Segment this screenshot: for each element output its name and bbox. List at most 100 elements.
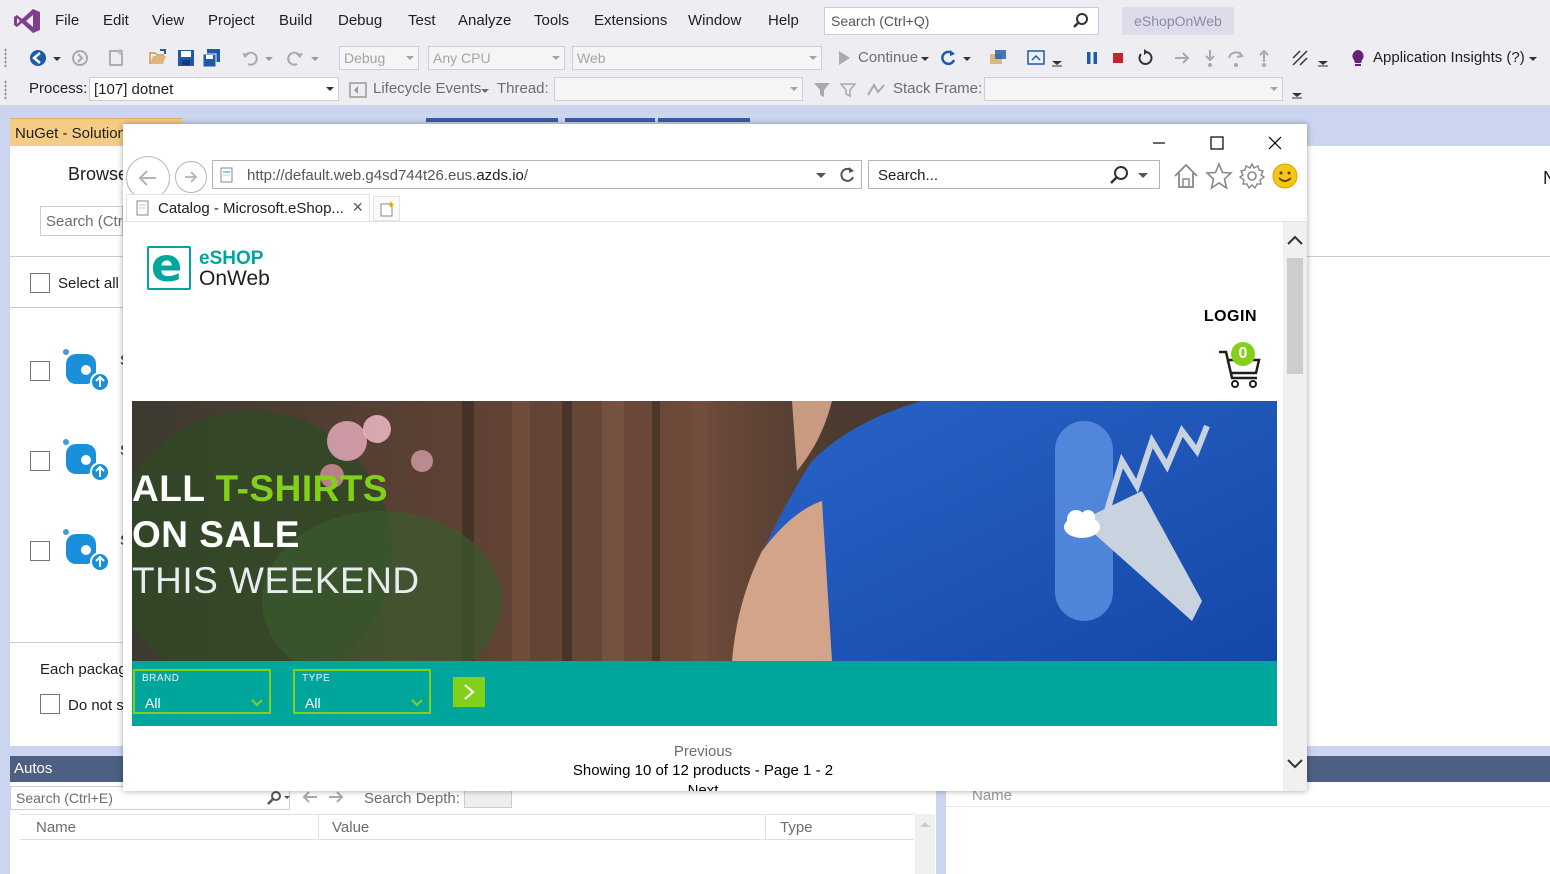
toolbar-grip[interactable] bbox=[4, 48, 7, 68]
startup-project-combo[interactable]: Web bbox=[572, 46, 822, 70]
hot-reload-icon[interactable] bbox=[1290, 48, 1310, 68]
search-icon[interactable] bbox=[264, 790, 292, 806]
toolbar-grip[interactable] bbox=[4, 80, 7, 100]
restart-icon[interactable] bbox=[1135, 48, 1155, 68]
autos-scrollbar[interactable] bbox=[915, 814, 935, 874]
close-tab-icon[interactable]: × bbox=[352, 197, 363, 218]
application-insights-dropdown-icon[interactable] bbox=[1528, 48, 1538, 68]
search-icon[interactable] bbox=[1109, 165, 1131, 185]
chevron-down-icon[interactable] bbox=[1286, 758, 1304, 770]
select-browser-icon[interactable] bbox=[1026, 48, 1046, 68]
stop-debugging-icon[interactable] bbox=[1108, 48, 1128, 68]
feedback-smiley-icon[interactable] bbox=[1271, 162, 1299, 190]
undo-icon[interactable] bbox=[240, 48, 260, 68]
do-not-show-checkbox[interactable] bbox=[40, 694, 60, 714]
stack-frame-combo[interactable] bbox=[984, 77, 1283, 101]
menu-edit[interactable]: Edit bbox=[103, 12, 129, 29]
column-separator[interactable] bbox=[318, 815, 319, 839]
close-icon[interactable] bbox=[1263, 132, 1287, 154]
menu-extensions[interactable]: Extensions bbox=[594, 12, 667, 29]
refresh-dropdown-icon[interactable] bbox=[962, 48, 972, 68]
nuget-search-input[interactable]: Search (Ctrl bbox=[40, 206, 123, 236]
forward-button[interactable] bbox=[175, 161, 207, 193]
solution-platform-combo[interactable]: Any CPU bbox=[428, 46, 565, 70]
address-url[interactable]: http://default.web.g4sd744t26.eus.azds.i… bbox=[247, 167, 528, 184]
new-tab-button[interactable] bbox=[373, 196, 400, 221]
browser-link-icon[interactable] bbox=[988, 48, 1008, 68]
navigate-back-dropdown-icon[interactable] bbox=[52, 48, 62, 68]
pager-previous-link[interactable]: Previous bbox=[123, 743, 1283, 760]
continue-play-icon[interactable] bbox=[834, 48, 854, 68]
home-icon[interactable] bbox=[1172, 162, 1200, 190]
pager-next-link[interactable]: Next bbox=[123, 782, 1283, 791]
apply-filter-button[interactable] bbox=[453, 677, 485, 707]
menu-help[interactable]: Help bbox=[768, 12, 799, 29]
step-over-icon[interactable] bbox=[1226, 48, 1246, 68]
document-tab-underline[interactable] bbox=[426, 118, 558, 122]
solution-config-combo[interactable]: Debug bbox=[339, 46, 419, 70]
thread-combo[interactable] bbox=[554, 77, 803, 101]
application-insights-button[interactable]: Application Insights (?) bbox=[1373, 49, 1525, 66]
panel-splitter[interactable] bbox=[936, 782, 946, 874]
brand-filter-select[interactable]: BRAND All bbox=[133, 669, 271, 714]
package-checkbox[interactable] bbox=[30, 541, 50, 561]
page-scrollbar[interactable] bbox=[1283, 222, 1307, 791]
process-combo[interactable]: [107] dotnet bbox=[89, 77, 339, 101]
expand-callstack-icon[interactable] bbox=[866, 80, 886, 100]
package-checkbox[interactable] bbox=[30, 361, 50, 381]
filter-threads-icon[interactable] bbox=[812, 80, 832, 100]
document-tab-underline[interactable] bbox=[565, 118, 655, 122]
package-checkbox[interactable] bbox=[30, 451, 50, 471]
menu-test[interactable]: Test bbox=[408, 12, 436, 29]
autos-col-value[interactable]: Value bbox=[332, 819, 369, 836]
lifecycle-events-icon[interactable] bbox=[348, 80, 368, 100]
type-filter-select[interactable]: TYPE All bbox=[293, 669, 431, 714]
menu-debug[interactable]: Debug bbox=[338, 12, 382, 29]
menu-window[interactable]: Window bbox=[688, 12, 741, 29]
login-link[interactable]: LOGIN bbox=[1204, 308, 1257, 326]
nuget-browse-tab[interactable]: Browse bbox=[68, 164, 128, 185]
break-all-pause-icon[interactable] bbox=[1082, 48, 1102, 68]
scrollbar-thumb[interactable] bbox=[1287, 258, 1303, 374]
browser-search-box[interactable]: Search... bbox=[868, 160, 1160, 189]
show-next-statement-icon[interactable] bbox=[1172, 48, 1192, 68]
redo-dropdown-icon[interactable] bbox=[310, 48, 320, 68]
address-dropdown-icon[interactable] bbox=[814, 170, 828, 180]
redo-icon[interactable] bbox=[285, 48, 305, 68]
menu-file[interactable]: File bbox=[55, 12, 79, 29]
continue-button[interactable]: Continue bbox=[858, 49, 918, 66]
save-icon[interactable] bbox=[176, 48, 196, 68]
autos-col-name[interactable]: Name bbox=[36, 819, 76, 836]
new-project-icon[interactable] bbox=[107, 48, 127, 68]
address-bar[interactable]: http://default.web.g4sd744t26.eus.azds.i… bbox=[212, 160, 862, 189]
chevron-up-icon[interactable] bbox=[919, 820, 931, 828]
lifecycle-events-button[interactable]: Lifecycle Events bbox=[373, 80, 481, 97]
select-browser-dropdown-icon[interactable] bbox=[1050, 48, 1064, 68]
document-tab-underline[interactable] bbox=[658, 118, 750, 122]
menu-analyze[interactable]: Analyze bbox=[458, 12, 511, 29]
save-all-icon[interactable] bbox=[202, 48, 222, 68]
continue-dropdown-icon[interactable] bbox=[920, 48, 930, 68]
lifecycle-events-dropdown-icon[interactable] bbox=[480, 80, 490, 100]
menu-project[interactable]: Project bbox=[208, 12, 255, 29]
vs-search-box[interactable]: Search (Ctrl+Q) bbox=[824, 7, 1099, 35]
step-out-icon[interactable] bbox=[1254, 48, 1274, 68]
favorites-star-icon[interactable] bbox=[1205, 162, 1233, 190]
step-into-icon[interactable] bbox=[1200, 48, 1220, 68]
search-depth-combo[interactable] bbox=[464, 788, 512, 808]
browser-tab-catalog[interactable]: Catalog - Microsoft.eShop... × bbox=[126, 194, 370, 222]
menu-view[interactable]: View bbox=[152, 12, 184, 29]
navigate-forward-icon[interactable] bbox=[70, 48, 90, 68]
maximize-icon[interactable] bbox=[1205, 132, 1229, 154]
tools-gear-icon[interactable] bbox=[1238, 162, 1266, 190]
select-all-checkbox[interactable] bbox=[30, 273, 50, 293]
open-file-icon[interactable] bbox=[148, 48, 168, 68]
chevron-up-icon[interactable] bbox=[1286, 234, 1304, 246]
autos-col-type[interactable]: Type bbox=[780, 819, 813, 836]
navigate-back-icon[interactable] bbox=[28, 48, 48, 68]
refresh-icon[interactable] bbox=[938, 48, 958, 68]
menu-tools[interactable]: Tools bbox=[534, 12, 569, 29]
menu-build[interactable]: Build bbox=[279, 12, 312, 29]
search-provider-dropdown-icon[interactable] bbox=[1136, 170, 1150, 180]
column-separator[interactable] bbox=[765, 815, 766, 839]
